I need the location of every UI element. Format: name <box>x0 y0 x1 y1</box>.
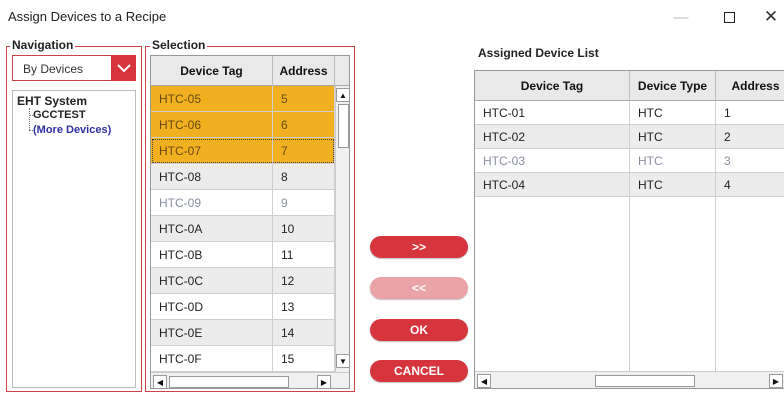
maximize-button[interactable] <box>716 5 742 29</box>
table-row[interactable]: HTC-01 HTC 1 <box>475 101 784 125</box>
address-cell: 4 <box>716 173 784 197</box>
address-cell: 1 <box>716 101 784 125</box>
scroll-left-icon[interactable]: ◀ <box>153 375 167 388</box>
navigation-dropdown-value: By Devices <box>23 62 84 76</box>
table-row[interactable]: HTC-0B 11 <box>151 242 335 268</box>
tree-node-more-devices[interactable]: (More Devices) <box>33 124 111 136</box>
column-header-device-type[interactable]: Device Type <box>630 71 716 101</box>
address-cell: 10 <box>273 216 335 242</box>
selection-horizontal-scrollbar[interactable]: ◀ ▶ <box>151 372 349 388</box>
device-tag-cell: HTC-0B <box>151 242 273 268</box>
assigned-table: Device Tag Device Type Address HTC-01 HTC… <box>474 70 784 389</box>
address-cell: 8 <box>273 164 335 190</box>
selection-table-header: Device Tag Address <box>151 56 349 86</box>
assigned-column-divider <box>629 197 630 372</box>
table-row[interactable]: HTC-02 HTC 2 <box>475 125 784 149</box>
minimize-button[interactable]: — <box>668 5 694 29</box>
device-tag-cell: HTC-0F <box>151 346 273 372</box>
table-row[interactable]: HTC-08 8 <box>151 164 335 190</box>
scroll-up-icon[interactable]: ▲ <box>336 88 349 102</box>
column-header-device-tag[interactable]: Device Tag <box>475 71 630 101</box>
navigation-label: Navigation <box>10 38 76 52</box>
remove-button[interactable]: << <box>370 277 468 299</box>
maximize-icon <box>723 11 735 23</box>
assigned-list-title: Assigned Device List <box>478 46 599 60</box>
column-header-address[interactable]: Address <box>273 56 335 86</box>
device-tag-cell: HTC-08 <box>151 164 273 190</box>
scrollbar-thumb[interactable] <box>169 376 289 388</box>
tree-node-gcctest[interactable]: GCCTEST <box>33 109 86 121</box>
device-tag-cell: HTC-01 <box>475 101 630 125</box>
address-cell: 2 <box>716 125 784 149</box>
address-cell: 13 <box>273 294 335 320</box>
table-row[interactable]: HTC-06 6 <box>151 112 335 138</box>
table-row[interactable]: HTC-0D 13 <box>151 294 335 320</box>
selection-table: Device Tag Address HTC-05 5 HTC-06 6 HTC-07 7… <box>150 55 350 389</box>
table-row[interactable]: HTC-07 7 <box>151 138 335 164</box>
table-row[interactable]: HTC-0A 10 <box>151 216 335 242</box>
close-button[interactable]: ✕ <box>758 5 784 29</box>
table-row[interactable]: HTC-05 5 <box>151 86 335 112</box>
address-cell: 11 <box>273 242 335 268</box>
scroll-down-icon[interactable]: ▼ <box>336 354 349 368</box>
address-cell: 3 <box>716 149 784 173</box>
add-button[interactable]: >> <box>370 236 468 258</box>
assigned-horizontal-scrollbar[interactable]: ◀ ▶ <box>475 371 784 388</box>
assigned-table-header: Device Tag Device Type Address <box>475 71 784 101</box>
table-row[interactable]: HTC-0F 15 <box>151 346 335 372</box>
selection-label: Selection <box>150 38 208 52</box>
scroll-right-icon[interactable]: ▶ <box>317 375 331 388</box>
cancel-button[interactable]: CANCEL <box>370 360 468 382</box>
table-row[interactable]: HTC-09 9 <box>151 190 335 216</box>
device-tag-cell: HTC-06 <box>151 112 273 138</box>
address-cell: 14 <box>273 320 335 346</box>
device-type-cell: HTC <box>630 101 716 125</box>
device-tag-cell: HTC-04 <box>475 173 630 197</box>
navigation-dropdown[interactable]: By Devices <box>12 55 136 81</box>
device-tag-cell: HTC-0D <box>151 294 273 320</box>
assigned-column-divider <box>715 197 716 372</box>
tree-root-node[interactable]: EHT System <box>17 94 87 108</box>
table-row[interactable]: HTC-04 HTC 4 <box>475 173 784 197</box>
ok-button[interactable]: OK <box>370 319 468 341</box>
selection-vertical-scrollbar[interactable]: ▲ ▼ <box>335 86 349 372</box>
column-header-device-tag[interactable]: Device Tag <box>151 56 273 86</box>
scrollbar-thumb[interactable] <box>595 375 695 387</box>
address-cell: 6 <box>273 112 335 138</box>
scroll-left-icon[interactable]: ◀ <box>477 374 491 388</box>
scrollbar-thumb[interactable] <box>338 104 349 148</box>
address-cell: 7 <box>273 138 335 164</box>
chevron-down-icon[interactable] <box>111 55 136 81</box>
window-title: Assign Devices to a Recipe <box>8 9 167 24</box>
address-cell: 15 <box>273 346 335 372</box>
device-type-cell: HTC <box>630 173 716 197</box>
column-header-address[interactable]: Address <box>716 71 784 101</box>
device-tag-cell: HTC-07 <box>151 138 273 164</box>
address-cell: 5 <box>273 86 335 112</box>
device-tag-cell: HTC-03 <box>475 149 630 173</box>
device-tag-cell: HTC-0E <box>151 320 273 346</box>
scroll-right-icon[interactable]: ▶ <box>769 374 783 388</box>
table-row[interactable]: HTC-0C 12 <box>151 268 335 294</box>
device-type-cell: HTC <box>630 149 716 173</box>
address-cell: 9 <box>273 190 335 216</box>
device-type-cell: HTC <box>630 125 716 149</box>
address-cell: 12 <box>273 268 335 294</box>
table-row[interactable]: HTC-03 HTC 3 <box>475 149 784 173</box>
device-tag-cell: HTC-09 <box>151 190 273 216</box>
device-tag-cell: HTC-02 <box>475 125 630 149</box>
title-bar: Assign Devices to a Recipe — ✕ <box>0 0 784 34</box>
device-tag-cell: HTC-0C <box>151 268 273 294</box>
table-row[interactable]: HTC-0E 14 <box>151 320 335 346</box>
device-tag-cell: HTC-0A <box>151 216 273 242</box>
device-tag-cell: HTC-05 <box>151 86 273 112</box>
device-tree: EHT System GCCTEST (More Devices) <box>12 90 136 388</box>
